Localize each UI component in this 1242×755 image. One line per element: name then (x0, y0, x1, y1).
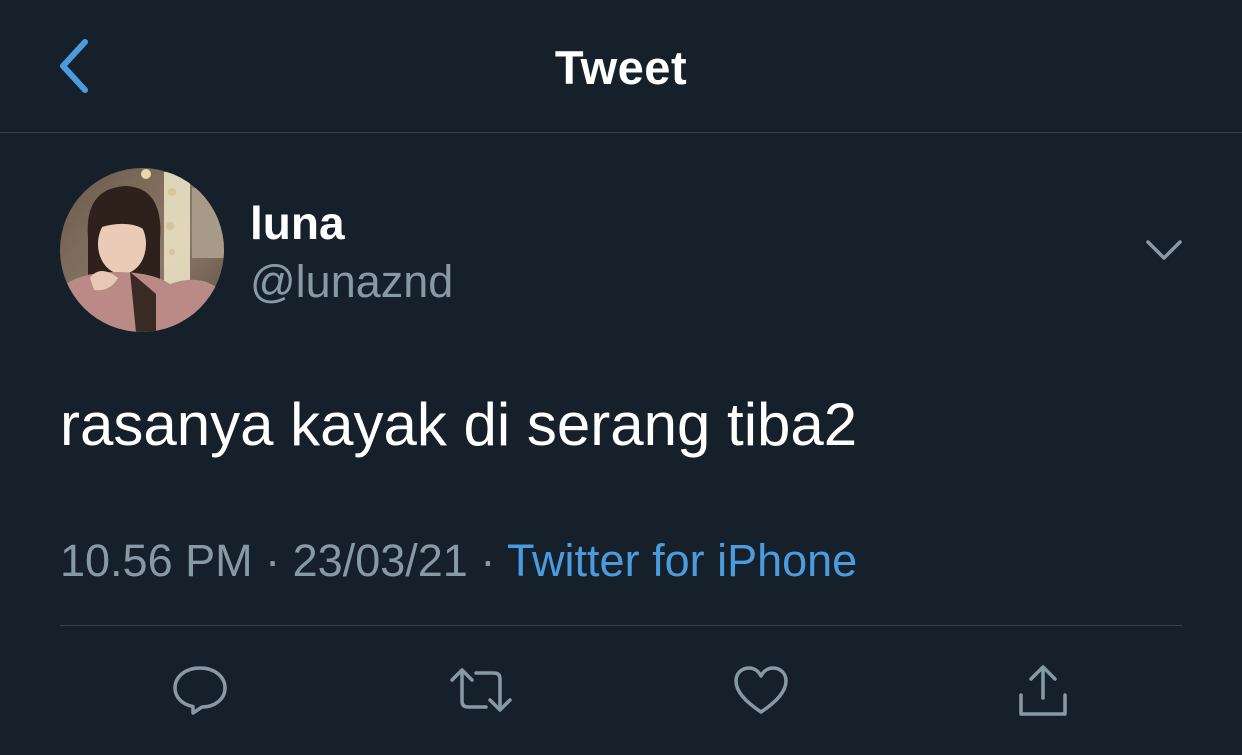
avatar[interactable] (60, 168, 224, 332)
chevron-down-icon (1145, 239, 1183, 261)
author-handle[interactable]: @lunaznd (250, 256, 453, 308)
reply-button[interactable] (168, 658, 232, 722)
retweet-button[interactable] (449, 658, 513, 722)
like-button[interactable] (729, 658, 793, 722)
tweet-metadata: 10.56 PM · 23/03/21 · Twitter for iPhone (60, 535, 857, 587)
separator: · (265, 535, 281, 586)
share-icon (1015, 662, 1071, 718)
top-navigation-bar: Tweet (0, 0, 1242, 133)
more-options-button[interactable] (1136, 228, 1192, 272)
tweet-time: 10.56 PM (60, 535, 253, 586)
tweet-source-link[interactable]: Twitter for iPhone (507, 535, 857, 586)
separator: · (480, 535, 496, 586)
share-button[interactable] (1011, 658, 1075, 722)
tweet-text: rasanya kayak di serang tiba2 (60, 391, 858, 458)
heart-icon (732, 664, 790, 716)
author-display-name[interactable]: luna (250, 196, 345, 250)
page-title: Tweet (554, 41, 688, 94)
reply-icon (171, 663, 229, 717)
divider (60, 625, 1182, 626)
retweet-icon (448, 665, 514, 715)
tweet-date: 23/03/21 (292, 535, 468, 586)
